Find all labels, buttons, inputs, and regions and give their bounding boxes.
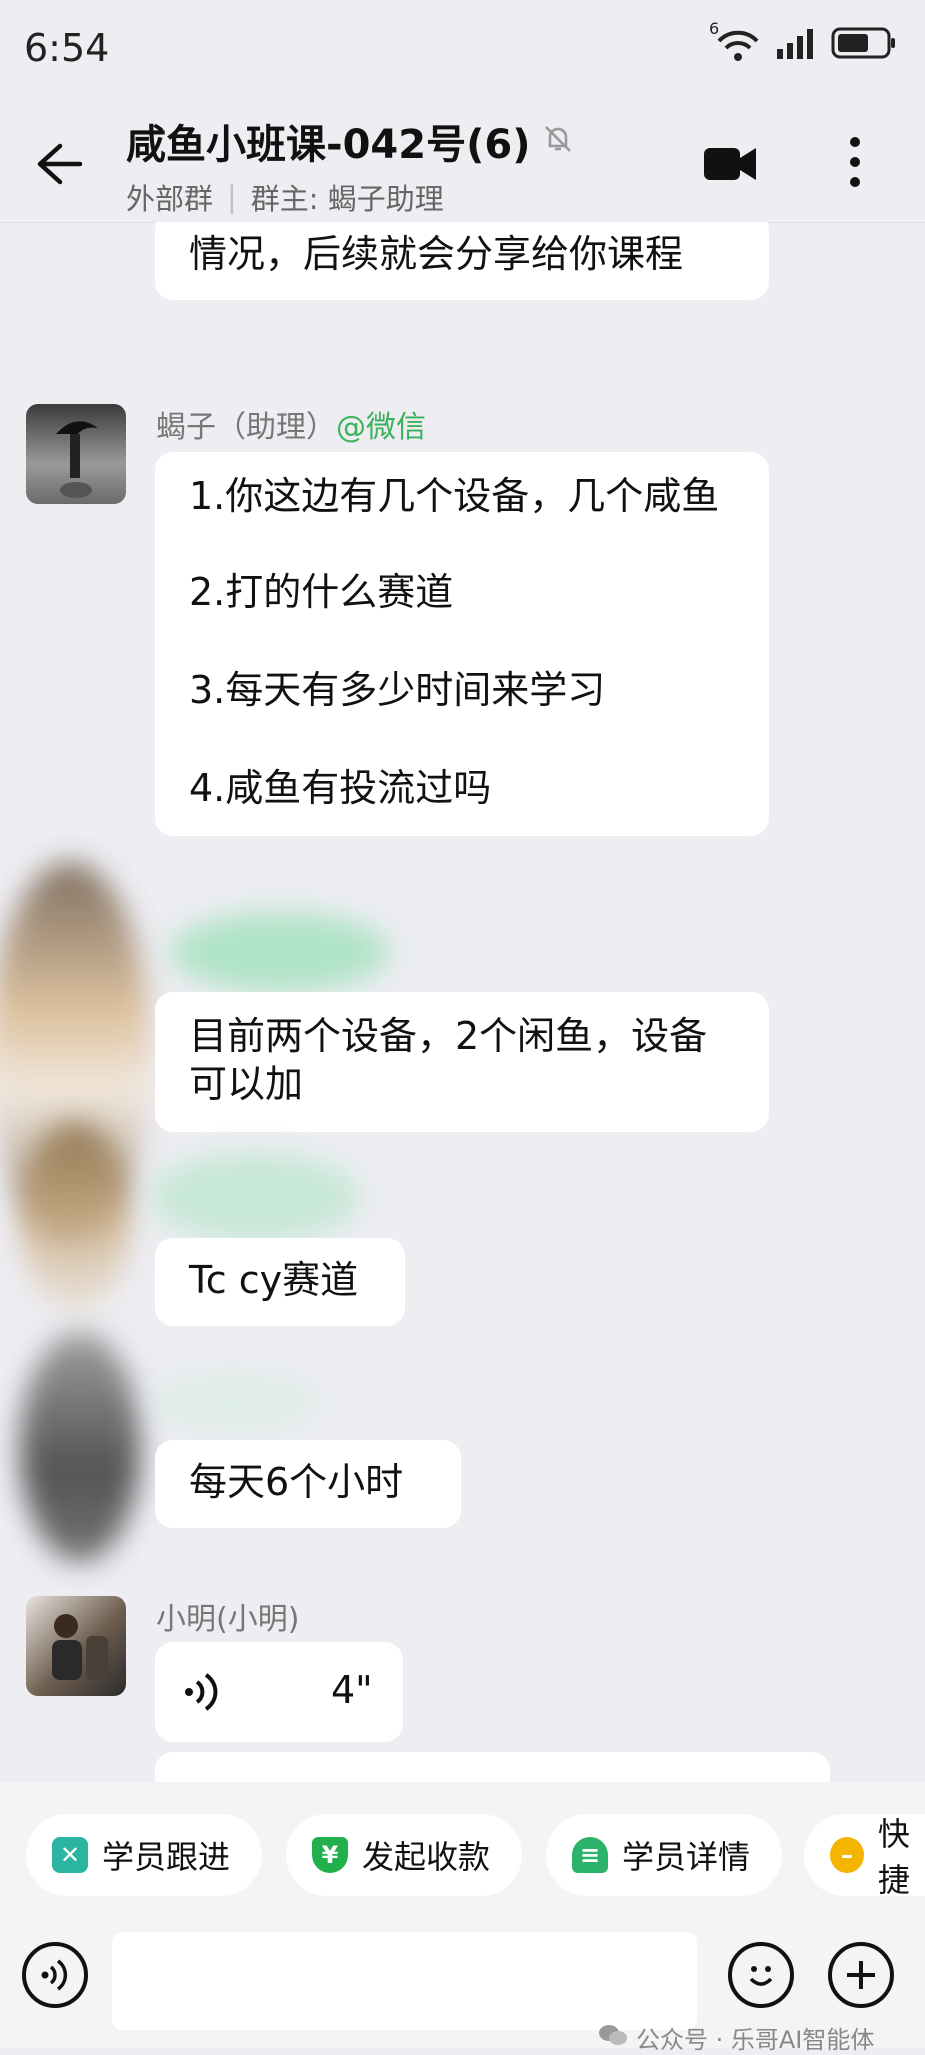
message-bubble[interactable]: 每天6个小时 [155, 1440, 461, 1528]
question-line: 3.每天有多少时间来学习 [189, 668, 606, 712]
status-time: 6:54 [24, 26, 110, 70]
video-call-icon[interactable] [700, 136, 760, 192]
message-bubble-partial[interactable] [155, 1752, 830, 1782]
quick-reply-icon: – [830, 1837, 864, 1873]
avatar[interactable] [26, 404, 126, 504]
redacted-name [150, 1152, 360, 1242]
person-card-icon: ≡ [572, 1837, 608, 1873]
watermark: 公众号 · 乐哥AI智能体 [598, 2020, 874, 2055]
message-bubble[interactable]: 目前两个设备，2个闲鱼，设备可以加 [155, 992, 769, 1132]
follow-up-button[interactable]: ✕ 学员跟进 [26, 1814, 262, 1896]
wechat-logo-icon [598, 2023, 628, 2053]
message-bubble[interactable]: 情况，后续就会分享给你课程 [155, 222, 769, 300]
chat-header: 咸鱼小班课-042号(6) 外部群 | 群主: 蝎子助理 [0, 100, 925, 223]
network-label: 6 [709, 19, 720, 38]
quick-reply-button[interactable]: – 快捷 [804, 1814, 925, 1899]
title-row[interactable]: 咸鱼小班课-042号(6) [126, 112, 575, 170]
more-vertical-icon[interactable] [840, 132, 870, 192]
redacted-name [170, 912, 390, 992]
collect-payment-button[interactable]: ¥ 发起收款 [286, 1814, 522, 1896]
message-bubble[interactable]: 1.你这边有几个设备，几个咸鱼 2.打的什么赛道 3.每天有多少时间来学习 4.… [155, 452, 769, 836]
sender-name: 蝎子（助理）@微信 [156, 410, 426, 445]
message-input[interactable] [112, 1932, 697, 2030]
question-line: 4.咸鱼有投流过吗 [189, 766, 492, 810]
battery-icon [831, 26, 897, 64]
voice-input-icon[interactable] [22, 1942, 88, 2008]
redacted-name [150, 1372, 320, 1432]
voice-wave-icon [181, 1670, 221, 1725]
redacted-avatar [20, 1122, 130, 1312]
quick-action-bar: ✕ 学员跟进 ¥ 发起收款 ≡ 学员详情 – 快捷 [0, 1782, 925, 1932]
question-line: 2.打的什么赛道 [189, 570, 454, 614]
mention-tag: @微信 [336, 410, 426, 445]
redacted-avatar [20, 1332, 140, 1562]
group-type: 外部群 [126, 182, 214, 216]
voice-message-bubble[interactable]: 4" [155, 1642, 403, 1742]
sender-name: 小明(小明) [156, 1602, 300, 1637]
chat-messages[interactable]: 情况，后续就会分享给你课程 蝎子（助理）@微信 1.你这边有几个设备，几个咸鱼 … [0, 222, 925, 1782]
follow-up-icon: ✕ [52, 1837, 88, 1873]
emoji-icon[interactable] [728, 1942, 794, 2008]
group-subtitle: 外部群 | 群主: 蝎子助理 [126, 176, 444, 218]
question-line: 1.你这边有几个设备，几个咸鱼 [189, 474, 720, 518]
plus-icon[interactable] [828, 1942, 894, 2008]
payment-shield-icon: ¥ [312, 1837, 348, 1873]
status-bar: 6:54 6 [0, 0, 925, 100]
wifi-icon: 6 [709, 19, 761, 63]
signal-icon [775, 27, 817, 63]
student-detail-button[interactable]: ≡ 学员详情 [546, 1814, 782, 1896]
message-bubble[interactable]: Tc cy赛道 [155, 1238, 405, 1326]
mute-bell-icon [541, 122, 575, 160]
voice-duration: 4" [331, 1668, 373, 1712]
group-title: 咸鱼小班课-042号(6) [126, 122, 531, 168]
back-arrow-icon[interactable] [30, 136, 86, 192]
status-icons: 6 [709, 19, 897, 64]
group-owner: 群主: 蝎子助理 [250, 182, 444, 216]
avatar[interactable] [26, 1596, 126, 1696]
